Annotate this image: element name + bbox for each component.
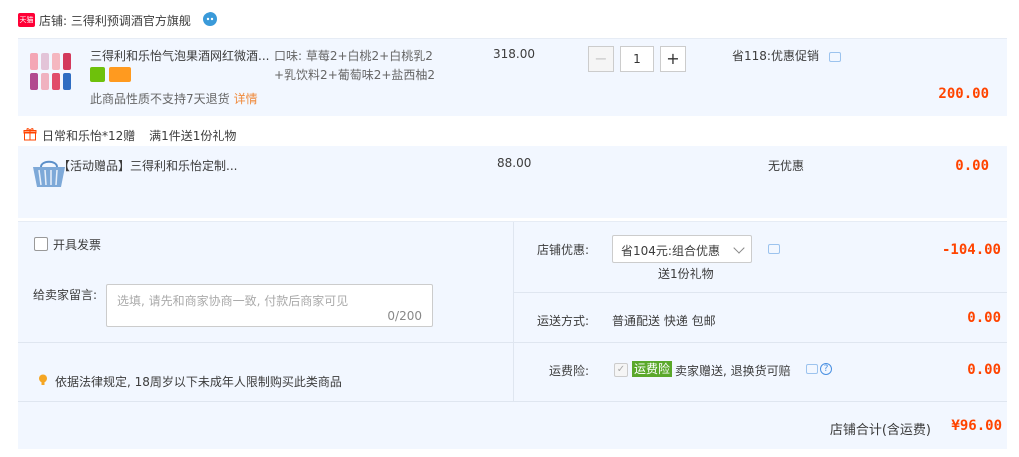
store-discount-value: 省104元:组合优惠 bbox=[621, 244, 720, 258]
gift-title-link[interactable]: 【活动赠品】三得利和乐怡定制... bbox=[58, 157, 237, 174]
store-discount-amount: -104.00 bbox=[941, 242, 1001, 258]
store-discount-label: 店铺优惠: bbox=[537, 243, 590, 257]
item-promotion: 省118:优惠促销 bbox=[732, 47, 841, 64]
store-total-label: 店铺合计(含运费) bbox=[829, 423, 931, 438]
insurance-badge: 运费险 bbox=[632, 361, 673, 377]
seller-message-field[interactable]: 选填, 请先和商家协商一致, 付款后商家可见 0/200 bbox=[106, 284, 433, 327]
gift-promo-name: 日常和乐怡*12赠 bbox=[42, 129, 136, 143]
sku-line: +乳饮料2+葡萄味2+盐西柚2 bbox=[274, 68, 436, 82]
lightbulb-icon bbox=[39, 374, 47, 385]
no-return-text: 此商品性质不支持7天退货 bbox=[90, 92, 230, 106]
no-return-notice: 此商品性质不支持7天退货 详情 bbox=[90, 90, 258, 107]
promotion-info-icon[interactable] bbox=[828, 51, 841, 62]
insurance-text: 卖家赠送, 退换货可赔 bbox=[675, 364, 791, 378]
gift-promo-title: 日常和乐怡*12赠 满1件送1份礼物 bbox=[42, 127, 236, 144]
item-promotion-text: 省118:优惠促销 bbox=[732, 49, 819, 63]
age-restriction-notice: 依据法律规定, 18周岁以下未成年人限制购买此类商品 bbox=[55, 375, 342, 389]
item-subtotal: 200.00 bbox=[938, 86, 989, 102]
gift-icon bbox=[23, 128, 37, 141]
store-total-amount: ¥96.00 bbox=[951, 418, 1002, 434]
divider bbox=[18, 342, 1007, 343]
store-discount-select[interactable]: 省104元:组合优惠 bbox=[612, 235, 752, 263]
gift-unit-price: 88.00 bbox=[497, 156, 532, 170]
shipping-label: 运送方式: bbox=[537, 314, 590, 328]
insurance-amount: 0.00 bbox=[967, 362, 1001, 378]
product-title-link[interactable]: 三得利和乐怡气泡果酒网红微酒... bbox=[90, 47, 272, 64]
store-name-link[interactable]: 店铺: 三得利预调酒官方旗舰 bbox=[39, 12, 191, 29]
divider bbox=[513, 222, 514, 401]
gift-item-row: 【活动赠品】三得利和乐怡定制... 88.00 无优惠 0.00 bbox=[18, 146, 1007, 218]
gift-subtotal: 0.00 bbox=[955, 158, 989, 174]
insurance-info-icon[interactable] bbox=[806, 364, 818, 374]
help-icon[interactable]: ? bbox=[820, 363, 832, 375]
message-char-count: 0/200 bbox=[387, 309, 422, 323]
tmall-logo-icon: 天猫 bbox=[18, 13, 35, 27]
quantity-decrease-button[interactable]: − bbox=[588, 46, 614, 72]
sku-line: 口味: 草莓2+白桃2+白桃乳2 bbox=[274, 49, 433, 63]
seller-message-placeholder: 选填, 请先和商家协商一致, 付款后商家可见 bbox=[117, 294, 349, 308]
invoice-checkbox[interactable] bbox=[34, 237, 48, 251]
gift-promotion: 无优惠 bbox=[768, 159, 805, 173]
wangwang-chat-icon[interactable] bbox=[202, 11, 218, 27]
cart-item-row: 三得利和乐怡气泡果酒网红微酒... 此商品性质不支持7天退货 详情 口味: 草莓2… bbox=[18, 38, 1007, 116]
unit-price: 318.00 bbox=[493, 47, 535, 61]
gift-promo-rule: 满1件送1份礼物 bbox=[149, 129, 237, 143]
insurance-checkbox: ✓ bbox=[614, 363, 628, 377]
store-discount-note: 送1份礼物 bbox=[658, 267, 714, 281]
divider bbox=[18, 401, 1007, 402]
order-options-panel: 开具发票 给卖家留言: 选填, 请先和商家协商一致, 付款后商家可见 0/200… bbox=[18, 221, 1007, 449]
chevron-down-icon bbox=[733, 242, 745, 254]
shipping-amount: 0.00 bbox=[967, 310, 1001, 326]
seller-message-label: 给卖家留言: bbox=[33, 288, 98, 302]
invoice-label[interactable]: 开具发票 bbox=[53, 236, 101, 253]
sku-info: 口味: 草莓2+白桃2+白桃乳2 +乳饮料2+葡萄味2+盐西柚2 bbox=[274, 47, 454, 85]
discount-info-icon[interactable] bbox=[768, 244, 780, 254]
card-payment-icon[interactable] bbox=[109, 67, 131, 82]
divider bbox=[513, 292, 1007, 293]
insurance-label: 运费险: bbox=[549, 364, 590, 378]
quantity-increase-button[interactable]: + bbox=[660, 46, 686, 72]
detail-link[interactable]: 详情 bbox=[234, 92, 258, 106]
quantity-input[interactable]: 1 bbox=[620, 46, 654, 72]
shipping-value: 普通配送 快递 包邮 bbox=[612, 314, 716, 328]
store-header: 天猫 店铺: 三得利预调酒官方旗舰 bbox=[0, 0, 1019, 38]
service-guarantee-icon[interactable] bbox=[90, 67, 105, 82]
product-thumbnail[interactable] bbox=[28, 51, 76, 93]
